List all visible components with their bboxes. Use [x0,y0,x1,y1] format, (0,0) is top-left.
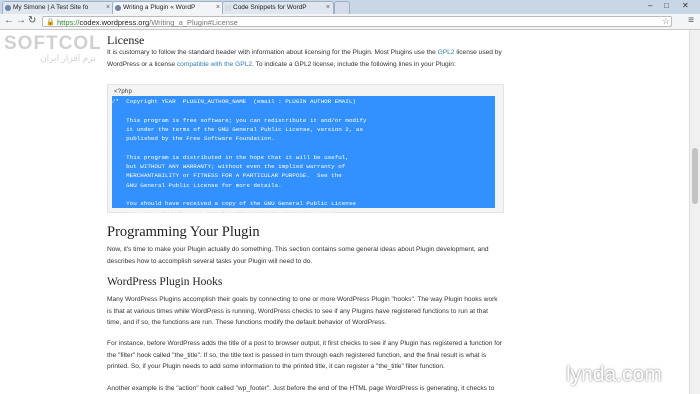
browser-toolbar: ← → ↻ 🔒 https://codex.wordpress.org/Writ… [0,14,700,30]
text: . To indicate a GPL2 license, include th… [252,60,456,68]
maximize-icon[interactable]: □ [664,0,669,12]
wordpress-icon [5,5,11,11]
hooks-paragraph-2: For instance, before WordPress adds the … [107,340,502,370]
lynda-watermark: lynda.com [566,363,662,386]
close-icon[interactable]: × [106,2,110,14]
gpl2-compatible-link[interactable]: compatible with the GPL2 [177,61,252,68]
back-icon[interactable]: ← [4,15,14,27]
programming-paragraph: Now, it's time to make your Plugin actua… [107,246,489,265]
page-icon [225,5,231,11]
minimize-icon[interactable]: – [648,0,652,12]
text: It is customary to follow the standard h… [107,49,438,56]
hooks-heading: WordPress Plugin Hooks [107,276,223,288]
gpl2-link[interactable]: GPL2 [438,49,455,56]
url-path: /Writing_a_Plugin#License [149,18,238,27]
license-paragraph: It is customary to follow the standard h… [107,47,502,70]
reload-icon[interactable]: ↻ [28,15,36,27]
tab-title: Code Snippets for WordP [233,4,307,11]
tab-writing-a-plugin[interactable]: Writing a Plugin « WordP × [112,1,224,14]
close-icon[interactable]: × [326,2,330,14]
wordpress-icon [115,5,121,11]
url-host: codex.wordpress.org [79,18,150,27]
address-bar[interactable]: 🔒 https://codex.wordpress.org/Writing_a_… [42,16,672,27]
license-code-text[interactable]: /* Copyright YEAR PLUGIN_AUTHOR_NAME (em… [112,97,388,236]
forward-icon[interactable]: → [16,15,26,27]
window-close-icon[interactable]: ✕ [682,0,689,12]
bookmark-star-icon[interactable]: ☆ [662,15,670,27]
menu-icon[interactable]: ≡ [688,15,694,27]
hooks-paragraph-1: Many WordPress Plugins accomplish their … [107,296,498,326]
license-heading: License [107,33,145,47]
tab-code-snippets[interactable]: Code Snippets for WordP × [222,1,334,14]
programming-heading: Programming Your Plugin [107,224,260,240]
vertical-scrollbar[interactable] [689,30,700,394]
close-icon[interactable]: × [216,2,220,14]
license-code-block[interactable]: <?php /* Copyright YEAR PLUGIN_AUTHOR_NA… [107,84,504,235]
url-scheme: https:// [57,18,80,27]
lock-icon: 🔒 [46,19,55,26]
softcol-watermark-subtitle: نرم افزار ایران [40,53,96,63]
scrollbar-thumb[interactable] [692,148,698,204]
softcol-watermark: SOFTCOL [4,33,102,54]
tab-my-simone[interactable]: My Simone | A Test Site fo × [2,1,114,14]
tab-strip: My Simone | A Test Site fo × Writing a P… [0,0,700,14]
php-open-tag: <?php [114,88,133,95]
tab-title: Writing a Plugin « WordP [123,4,196,11]
hooks-paragraph-3: Another example is the "action" hook cal… [107,385,495,392]
tab-title: My Simone | A Test Site fo [13,4,89,11]
page-content: License It is customary to follow the st… [0,30,690,394]
new-tab-button[interactable] [334,1,350,14]
